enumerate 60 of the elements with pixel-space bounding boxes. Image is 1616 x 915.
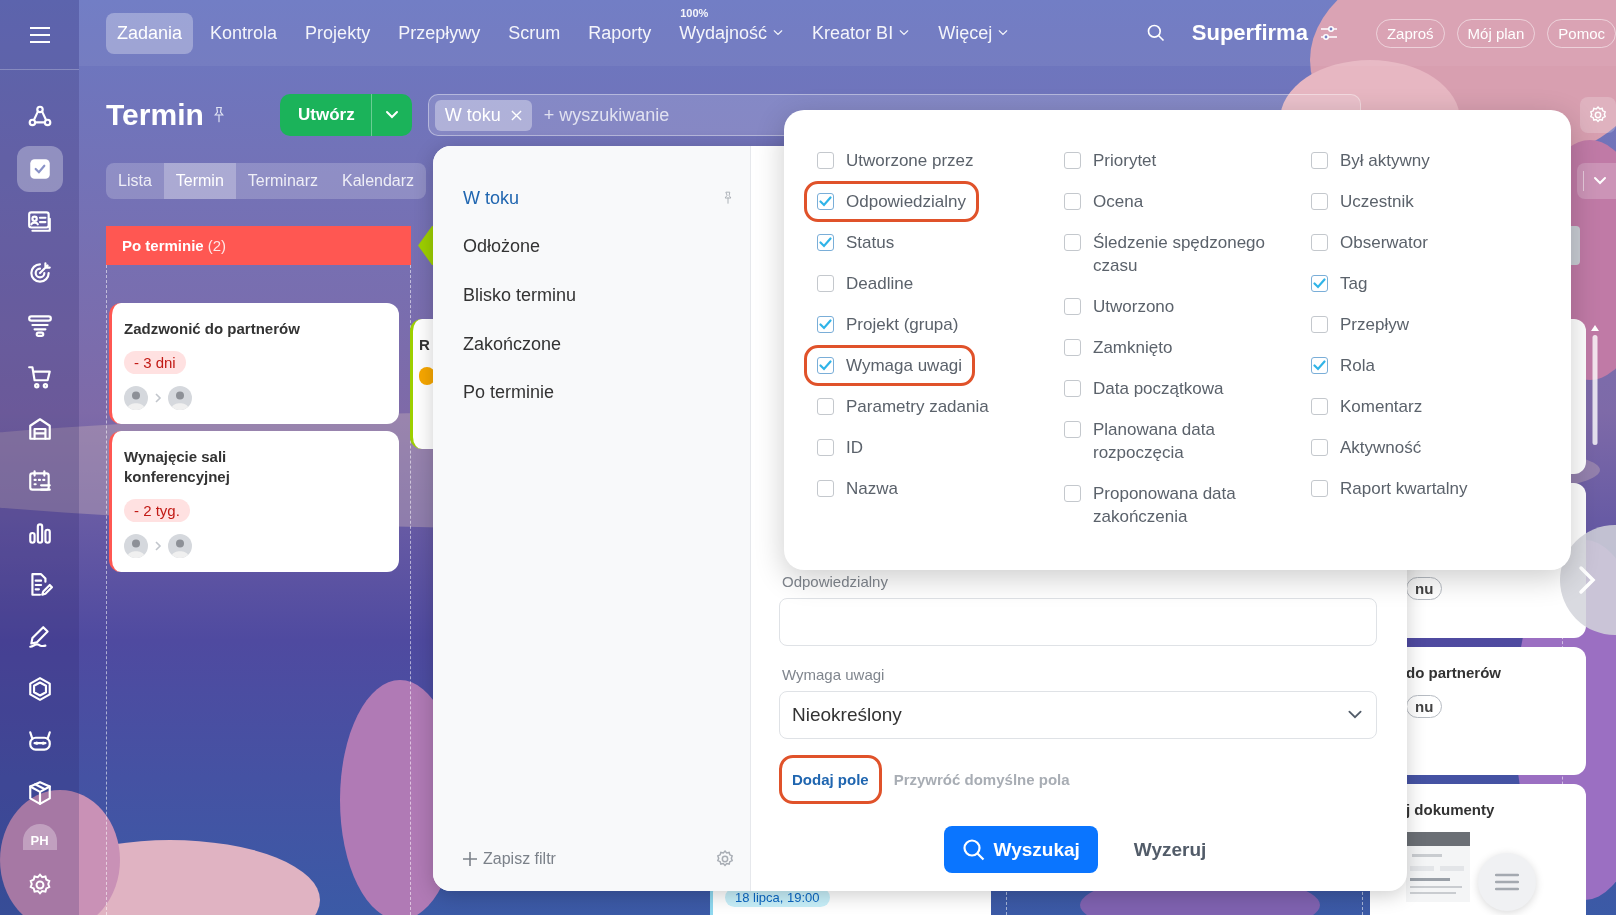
save-filter-link[interactable]: Zapisz filtr [463,850,556,868]
page-title: Termin [106,98,205,132]
field-option[interactable]: Projekt (grupa) [804,304,972,345]
field-option[interactable]: Uczestnik [1298,181,1427,222]
nav-item[interactable]: Kontrola [199,12,289,54]
field-option[interactable]: Parametry zadania [804,386,1002,427]
column-count: (2) [207,237,227,254]
deadline-pill: nu [1406,695,1443,718]
deadline-pill: - 3 dni [124,351,186,374]
card-title: R [419,335,430,355]
percent-label: 100% [680,6,709,19]
field-option[interactable]: Priorytet [1051,140,1170,181]
select-field[interactable]: Nieokreślony [779,691,1377,739]
field-option[interactable]: Obserwator [1298,222,1441,263]
field-option[interactable]: Raport kwartalny [1298,468,1481,509]
field-option[interactable]: Utworzone przez [804,140,987,181]
field-option[interactable]: Przepływ [1298,304,1422,345]
search-button[interactable]: Wyszukaj [943,826,1098,873]
nav-item[interactable]: Więcej [927,12,1021,54]
field-label: Odpowiedzialny [782,573,889,590]
field-option[interactable]: Nazwa [804,468,911,509]
field-option[interactable]: Status [804,222,908,263]
task-card[interactable]: Zadzwonić do partnerów - 3 dni [109,303,399,424]
field-option[interactable]: Rola [1298,345,1388,386]
nav-item[interactable]: Scrum [497,12,572,54]
reset-button[interactable]: Wyzeruj [1127,837,1213,862]
nav-item[interactable]: Raporty [577,12,663,54]
column-title: Po terminie [122,237,204,254]
company-name[interactable]: Superfirma [1191,20,1308,46]
field-option[interactable]: Tag [1298,263,1381,304]
field-option[interactable]: Komentarz [1298,386,1436,427]
field-option[interactable]: Ocena [1051,181,1157,222]
card-title: Wynajęcie sali konferencyjnej [124,447,231,487]
preset-item[interactable]: Po terminie [463,368,721,417]
preset-item[interactable]: W toku [463,174,721,223]
field-option[interactable]: Odpowiedzialny [804,181,979,222]
deadline-pill: nu [1406,577,1443,600]
field-option[interactable]: Deadline [804,263,927,304]
field-option[interactable]: Wymaga uwagi [804,345,976,386]
preset-item[interactable]: Zakończone [463,319,721,369]
deadline-pill: - 2 tyg. [124,499,190,522]
nav-item[interactable]: Przepływy [387,12,492,54]
field-option[interactable]: Śledzenie spędzonego czasu [1051,222,1286,286]
card-title: do partnerów [1406,663,1502,683]
field-option[interactable]: Data początkowa [1051,368,1237,409]
field-option[interactable]: Utworzono [1051,286,1188,327]
nav-item[interactable]: Kreator BI [801,12,922,54]
field-label: Wymaga uwagi [782,666,886,683]
card-title: Zadzwonić do partnerów [124,319,301,339]
add-field-link[interactable]: Dodaj pole [779,755,882,804]
preset-item[interactable]: Odłożone [463,222,721,272]
field-option[interactable]: Planowana data rozpoczęcia [1051,409,1286,473]
field-option[interactable]: ID [804,427,876,468]
task-card[interactable]: Wynajęcie sali konferencyjnej - 2 tyg. [109,431,399,572]
field-option[interactable]: Proponowana data zakończenia [1051,473,1286,537]
nav-item[interactable]: Projekty [294,12,382,54]
field-option[interactable]: Zamknięto [1051,327,1186,368]
preset-item[interactable]: Blisko terminu [463,271,721,320]
select-value: Nieokreślony [792,704,902,726]
field-option[interactable]: Aktywność [1298,427,1435,468]
